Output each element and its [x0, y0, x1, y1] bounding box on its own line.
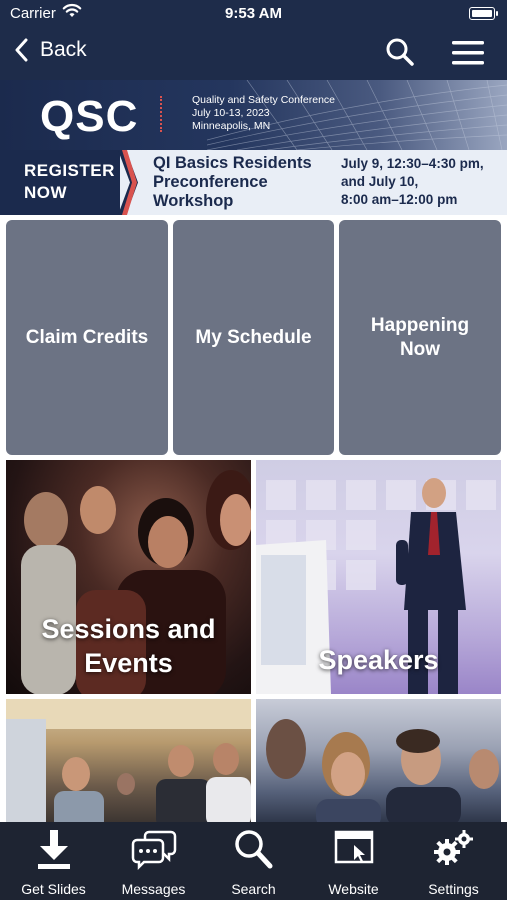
register-now-label[interactable]: REGISTER NOW — [0, 150, 120, 215]
browser-window-icon — [334, 830, 373, 864]
battery-icon — [469, 7, 498, 20]
my-schedule-tile[interactable]: My Schedule — [173, 220, 334, 455]
search-button[interactable] — [385, 37, 415, 72]
menu-button[interactable] — [452, 41, 484, 70]
bottom-tab-bar: Get Slides Messages Search Website Setti… — [0, 822, 507, 900]
workshop-line-2: Preconference — [153, 173, 268, 191]
gears-icon — [433, 830, 473, 865]
my-schedule-label: My Schedule — [195, 326, 312, 348]
sessions-and-events-tile[interactable]: Sessions and Events — [6, 460, 251, 694]
tab-website[interactable]: Website — [303, 828, 404, 898]
search-icon — [386, 38, 414, 66]
dates-line-3: 8:00 am–12:00 pm — [341, 192, 458, 207]
tab-website-label: Website — [328, 881, 379, 897]
top-bar: Carrier 9:53 AM Back — [0, 0, 507, 80]
conference-location: Minneapolis, MN — [192, 120, 271, 132]
tab-settings[interactable]: Settings — [403, 828, 504, 898]
status-bar: Carrier 9:53 AM — [0, 0, 507, 28]
clock: 9:53 AM — [225, 5, 282, 22]
navigation-bar: Back — [0, 30, 507, 76]
chevron-left-icon — [15, 38, 28, 62]
workshop-line-3: Workshop — [153, 192, 234, 210]
hamburger-menu-icon — [452, 41, 484, 65]
dates-line-1: July 9, 12:30–4:30 pm, — [341, 156, 484, 171]
back-label: Back — [40, 38, 87, 61]
happening-now-label: Happening Now — [370, 314, 470, 360]
register-line-2: NOW — [24, 183, 68, 202]
tab-get-slides[interactable]: Get Slides — [3, 828, 104, 898]
workshop-promo: REGISTER NOW QI Basics Residents Preconf… — [0, 150, 507, 215]
exhibit-hall-photo — [6, 699, 251, 824]
dates-line-2: and July 10, — [341, 174, 419, 189]
workshop-title: QI Basics Residents Preconference Worksh… — [153, 154, 312, 211]
networking-tile[interactable] — [256, 699, 501, 824]
claim-credits-tile[interactable]: Claim Credits — [6, 220, 168, 455]
red-chevron-icon — [118, 150, 138, 215]
qsc-logo: QSC — [40, 92, 139, 141]
tab-search[interactable]: Search — [203, 828, 304, 898]
sessions-label-line-1: Sessions and — [41, 614, 216, 644]
download-icon — [37, 830, 70, 869]
tab-settings-label: Settings — [428, 881, 479, 897]
speakers-label: Speakers — [318, 645, 439, 675]
conference-dates: July 10-13, 2023 — [192, 107, 270, 119]
tab-messages[interactable]: Messages — [103, 828, 204, 898]
back-button[interactable]: Back — [14, 38, 87, 62]
tab-search-label: Search — [231, 881, 276, 897]
register-banner[interactable]: QSC Quality and Safety Conference July 1… — [0, 80, 507, 215]
exhibit-hall-tile[interactable] — [6, 699, 251, 824]
search-icon — [234, 830, 272, 869]
sessions-and-events-label: Sessions and Events — [6, 612, 251, 680]
conference-name: Quality and Safety Conference — [192, 94, 336, 106]
conference-header: QSC Quality and Safety Conference July 1… — [0, 80, 507, 150]
workshop-dates: July 9, 12:30–4:30 pm, and July 10, 8:00… — [341, 155, 484, 209]
tab-messages-label: Messages — [121, 881, 186, 897]
networking-photo — [266, 719, 499, 824]
workshop-line-1: QI Basics Residents — [153, 154, 312, 172]
happening-now-tile[interactable]: Happening Now — [339, 220, 501, 455]
logo-divider — [160, 96, 162, 132]
sessions-label-line-2: Events — [84, 648, 173, 678]
chat-bubbles-icon — [131, 830, 176, 870]
claim-credits-label: Claim Credits — [25, 326, 149, 348]
register-line-1: REGISTER — [24, 161, 115, 180]
tab-get-slides-label: Get Slides — [21, 881, 86, 897]
conference-info: Quality and Safety Conference July 10-13… — [192, 94, 335, 133]
speakers-tile[interactable]: Speakers — [256, 460, 501, 694]
